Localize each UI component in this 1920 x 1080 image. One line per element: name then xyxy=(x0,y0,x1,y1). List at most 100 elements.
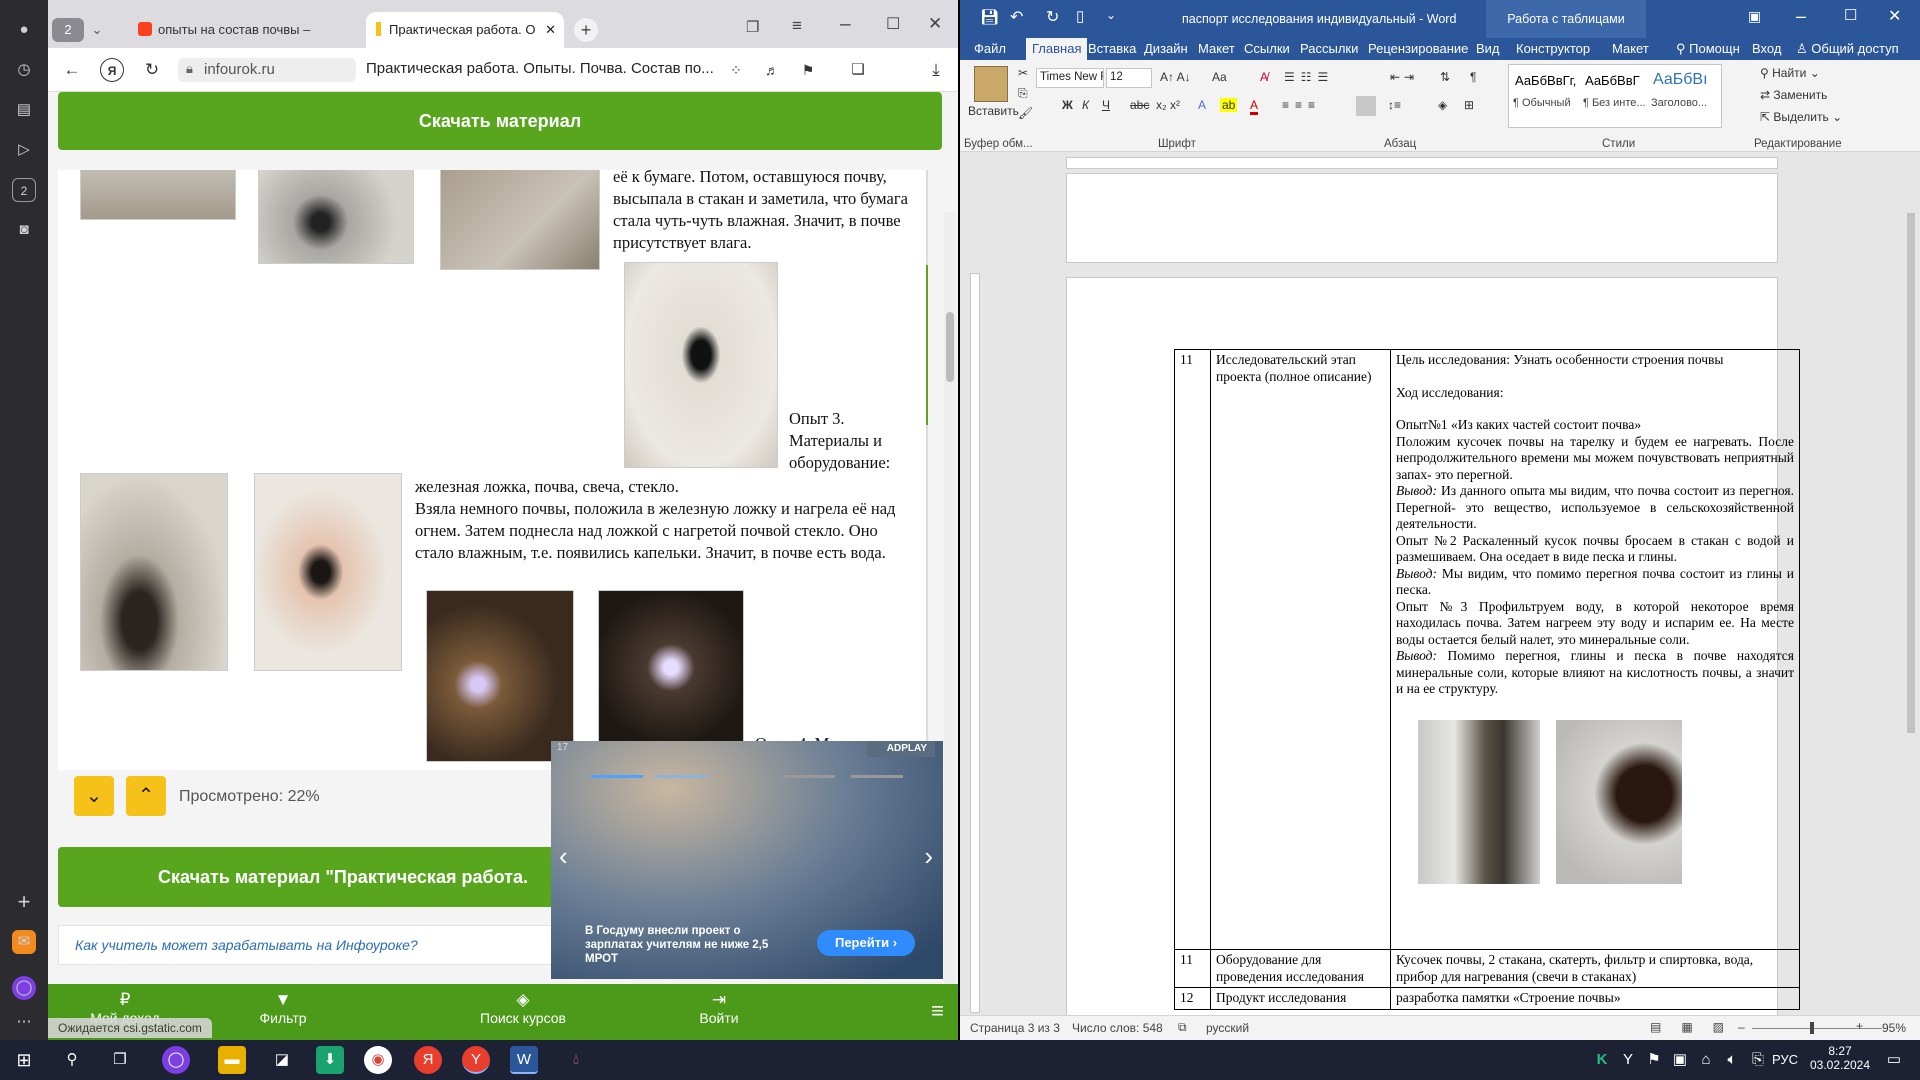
style-nospacing-preview[interactable]: АаБбВвГ xyxy=(1585,73,1640,88)
pilcrow-icon[interactable]: ¶ xyxy=(1470,70,1476,84)
shading-icon[interactable]: ◈ xyxy=(1438,98,1447,112)
tab-home[interactable]: Главная xyxy=(1026,38,1088,60)
qat-more-icon[interactable]: ⌄ xyxy=(1106,8,1116,22)
add-panel-icon[interactable]: + xyxy=(12,890,36,914)
profile-icon[interactable]: ● xyxy=(12,18,36,42)
app3-icon[interactable]: 💧︎ xyxy=(562,1046,590,1074)
tab-design[interactable]: Дизайн xyxy=(1144,38,1188,60)
tab-view[interactable]: Вид xyxy=(1476,38,1500,60)
notifications-icon[interactable]: ▭ xyxy=(1880,1046,1908,1074)
row-content[interactable]: Цель исследования: Узнать особенности ст… xyxy=(1390,349,1800,950)
yandex-icon[interactable]: Я xyxy=(414,1046,442,1074)
language[interactable]: русский xyxy=(1206,1021,1249,1035)
tray-icon-2[interactable]: ▣ xyxy=(1666,1046,1694,1074)
collection-add-icon[interactable]: ❏ xyxy=(846,58,870,82)
clock[interactable]: 8:27 03.02.2024 xyxy=(1808,1044,1872,1072)
align-icons[interactable]: ≡≡≡ xyxy=(1282,98,1321,112)
screenshot-icon[interactable]: ◙ xyxy=(12,218,36,242)
page-title[interactable]: Практическая работа. Опыты. Почва. Соста… xyxy=(366,60,714,77)
nav-login[interactable]: ⇥ Войти xyxy=(644,990,794,1026)
tray-yandex-icon[interactable]: Y xyxy=(1614,1046,1642,1074)
back-icon[interactable]: ← xyxy=(60,58,84,82)
indent-icons[interactable]: ⇤⇥ xyxy=(1390,70,1418,84)
sort-icon[interactable]: ⇅ xyxy=(1440,70,1450,84)
bookmarks-icon[interactable]: ❐ xyxy=(746,18,759,36)
borders-icon[interactable]: ⊞ xyxy=(1464,98,1474,112)
bookmark-icon[interactable]: ⚑ xyxy=(796,58,820,82)
font-color-icon[interactable]: A xyxy=(1250,98,1259,115)
cut-icon[interactable]: ✂ xyxy=(1018,66,1028,80)
tabs-count-icon[interactable]: 2 xyxy=(12,178,36,202)
tab-insert[interactable]: Вставка xyxy=(1088,38,1136,60)
word-icon[interactable]: W xyxy=(510,1046,538,1074)
history-icon[interactable]: ◷ xyxy=(12,58,36,82)
row-label[interactable]: Исследовательский этап проекта (полное о… xyxy=(1210,349,1391,950)
menu-icon[interactable]: ≡ xyxy=(792,16,802,36)
justify-icon[interactable] xyxy=(1356,96,1376,116)
kaspersky-icon[interactable]: K xyxy=(1588,1046,1616,1074)
alice-icon[interactable]: ◯ xyxy=(162,1046,190,1074)
page-scrollbar[interactable] xyxy=(944,212,956,1032)
vertical-scroll-thumb[interactable] xyxy=(1907,213,1915,733)
new-doc-icon[interactable]: ▯ xyxy=(1076,7,1084,25)
close-window-button[interactable]: ✕ xyxy=(1888,6,1901,26)
download-icon[interactable]: ⤓ xyxy=(924,58,948,82)
row-number[interactable]: 11 xyxy=(1174,349,1211,950)
chrome-icon[interactable]: ◉ xyxy=(364,1046,392,1074)
reload-icon[interactable]: ↻ xyxy=(140,58,164,82)
maximize-button[interactable]: ☐ xyxy=(886,14,900,34)
app-icon[interactable]: ◪ xyxy=(268,1046,296,1074)
copy-icon[interactable]: ⎘ xyxy=(1018,86,1028,101)
yandex-logo-icon[interactable]: Я xyxy=(100,58,124,82)
explorer-icon[interactable]: ▬ xyxy=(218,1046,246,1074)
bold-icon[interactable]: Ж xyxy=(1062,98,1073,112)
row-number[interactable]: 11 xyxy=(1174,949,1211,988)
word-count[interactable]: Число слов: 548 xyxy=(1072,1021,1163,1035)
nav-filter[interactable]: ▼ Фильтр xyxy=(208,990,358,1026)
article-scrollbar[interactable] xyxy=(926,170,928,770)
row-content[interactable]: Кусочек почвы, 2 стакана, скатерть, филь… xyxy=(1390,949,1800,988)
new-tab-button[interactable]: + xyxy=(574,18,598,42)
style-normal-preview[interactable]: АаБбВвГг, xyxy=(1515,73,1576,88)
vertical-scrollbar[interactable] xyxy=(1904,173,1918,1015)
ribbon-display-icon[interactable]: ▣ xyxy=(1748,8,1761,25)
hamburger-icon[interactable]: ≡ xyxy=(931,998,944,1024)
app2-icon[interactable]: ⬇ xyxy=(316,1046,344,1074)
input-language[interactable]: РУС xyxy=(1772,1052,1798,1067)
nav-courses[interactable]: ◈ Поиск курсов xyxy=(448,990,598,1026)
save-icon[interactable]: 💾︎ xyxy=(980,8,999,26)
page-scroll-thumb[interactable] xyxy=(946,312,954,382)
tab-review[interactable]: Рецензирование xyxy=(1368,38,1468,60)
reader-icon[interactable]: ♬ xyxy=(760,58,784,82)
paste-icon[interactable] xyxy=(974,66,1008,102)
start-icon[interactable]: ⊞ xyxy=(10,1046,38,1074)
font-name-select[interactable]: Times New R xyxy=(1036,68,1104,88)
replace-button[interactable]: ⇄ Заменить xyxy=(1760,88,1827,102)
collections-icon[interactable]: ▤ xyxy=(12,98,36,122)
undo-icon[interactable]: ↶ xyxy=(1010,7,1023,27)
photo-glasses-2[interactable] xyxy=(1556,719,1682,884)
alice-icon[interactable]: ◯ xyxy=(12,976,36,1000)
task-view-icon[interactable]: ❒ xyxy=(106,1046,134,1074)
text-effects-icon[interactable]: A xyxy=(1198,98,1206,112)
extensions-icon[interactable]: ⁘ xyxy=(724,58,748,82)
clear-format-icon[interactable]: A̸ xyxy=(1260,70,1268,84)
yandex-browser-icon[interactable]: Y xyxy=(462,1046,490,1074)
zoom-out-button[interactable]: – xyxy=(1738,1020,1745,1034)
zoom-thumb[interactable] xyxy=(1810,1022,1814,1034)
tray-icon-3[interactable]: ⎘ xyxy=(1744,1046,1772,1074)
format-painter-icon[interactable]: 🖌︎ xyxy=(1018,106,1033,120)
tray-icon-1[interactable]: ⚑ xyxy=(1640,1046,1668,1074)
tab-layout[interactable]: Макет xyxy=(1198,38,1235,60)
zoom-in-button[interactable]: + xyxy=(1856,1019,1863,1033)
share-button[interactable]: ♙ Общий доступ xyxy=(1796,38,1899,60)
sign-in[interactable]: Вход xyxy=(1752,38,1781,60)
italic-icon[interactable]: К xyxy=(1082,98,1089,112)
volume-icon[interactable]: 🔈︎ xyxy=(1718,1046,1746,1074)
strike-icon[interactable]: abc xyxy=(1130,98,1149,112)
mail-icon[interactable]: ✉ xyxy=(12,930,36,954)
ad-go-button[interactable]: Перейти › xyxy=(817,930,915,956)
horizontal-ruler[interactable] xyxy=(960,153,1920,173)
more-icon[interactable]: ⋯ xyxy=(12,1010,36,1034)
tab-counter[interactable]: 2 xyxy=(52,18,84,42)
